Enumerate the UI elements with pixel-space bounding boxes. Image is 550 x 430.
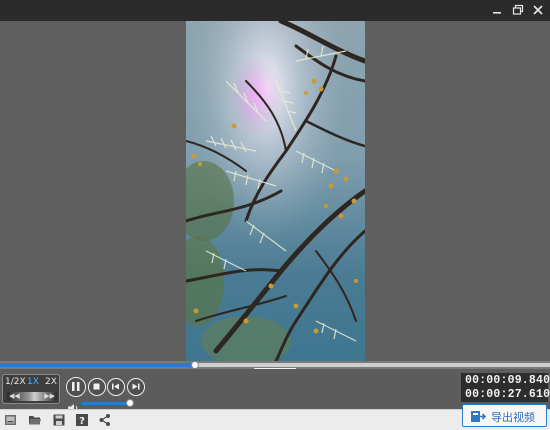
volume-fill: [82, 402, 130, 405]
video-frame[interactable]: [186, 21, 365, 361]
playback-speed-control[interactable]: 1/2X 1X 2X ◀◀ ▶▶: [2, 374, 60, 404]
svg-text:?: ?: [79, 416, 85, 427]
current-time: 00:00:09.840: [465, 374, 550, 387]
stop-icon: [93, 383, 100, 390]
speed-option-2x[interactable]: 2X: [45, 377, 57, 387]
save-icon[interactable]: [52, 412, 66, 426]
help-icon[interactable]: ?: [75, 412, 89, 427]
close-icon[interactable]: [530, 2, 546, 18]
pause-button[interactable]: [66, 377, 86, 397]
stop-button[interactable]: [88, 378, 106, 396]
open-folder-icon[interactable]: [28, 412, 42, 426]
video-player-window: 1/2X 1X 2X ◀◀ ▶▶ 00:00:09.840 00:00:27.6…: [0, 0, 550, 430]
video-info-icon[interactable]: [4, 412, 18, 426]
seek-thumb[interactable]: [191, 361, 200, 369]
total-duration: 00:00:27.610: [465, 388, 550, 401]
previous-frame-icon: [112, 383, 119, 390]
share-icon[interactable]: [98, 412, 112, 426]
speed-option-half[interactable]: 1/2X: [5, 377, 26, 387]
restore-icon[interactable]: [510, 2, 526, 18]
export-video-label: 导出视频: [491, 411, 535, 424]
export-video-button[interactable]: 导出视频: [462, 404, 547, 427]
video-still-image: [186, 21, 365, 361]
speed-increase-icon[interactable]: ▶▶: [44, 392, 55, 401]
previous-frame-button[interactable]: [107, 378, 125, 396]
next-frame-icon: [132, 383, 140, 390]
speed-slider[interactable]: ◀◀ ▶▶: [7, 392, 57, 401]
export-icon: [471, 411, 487, 422]
speed-decrease-icon[interactable]: ◀◀: [9, 392, 20, 401]
volume-thumb[interactable]: [125, 399, 134, 407]
title-bar: [0, 0, 550, 21]
time-display: 00:00:09.840 00:00:27.610: [461, 373, 550, 402]
speed-option-1x[interactable]: 1X: [27, 377, 39, 387]
volume-slider[interactable]: [82, 399, 134, 407]
minimize-icon[interactable]: [489, 2, 505, 18]
volume-icon[interactable]: [67, 398, 79, 412]
next-frame-button[interactable]: [127, 378, 145, 396]
pause-icon: [72, 382, 80, 391]
video-viewport[interactable]: [0, 21, 550, 361]
seek-progress-fill: [0, 363, 196, 367]
